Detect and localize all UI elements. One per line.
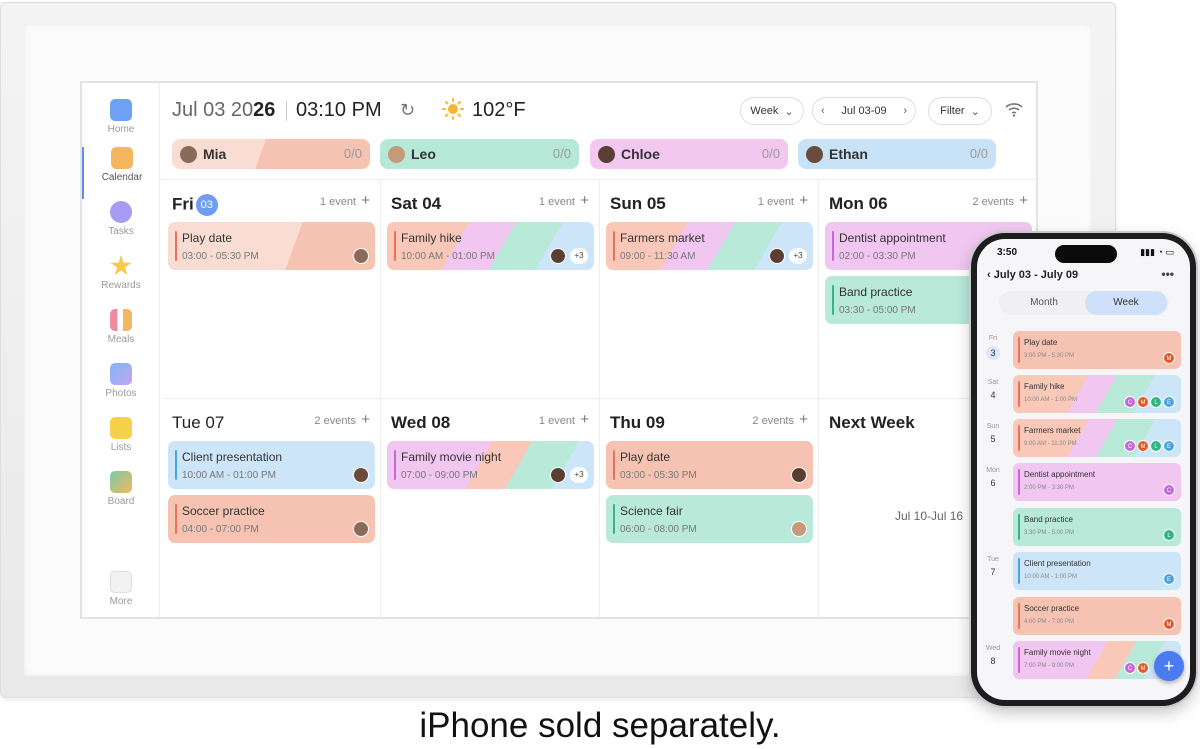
avatar <box>550 467 566 483</box>
phone-date-range[interactable]: ‹ July 03 - July 09 <box>987 269 1078 281</box>
phone-device: 3:50 ▮▮▮ ◔ ▭ ‹ July 03 - July 09 ••• Mon… <box>971 233 1196 706</box>
event-card[interactable]: Science fair 06:00 - 08:00 PM <box>606 495 813 543</box>
add-event-icon[interactable]: + <box>580 411 589 428</box>
calendar-screen: Home Calendar Tasks Rewards Meals Photos… <box>80 81 1038 619</box>
view-toggle: Month Week <box>999 291 1169 315</box>
view-select-button[interactable]: Week ⌄ <box>740 97 804 125</box>
avatar <box>598 145 615 163</box>
tab-month[interactable]: Month <box>1003 291 1085 315</box>
calendar-check-icon <box>110 99 132 121</box>
day-cell-tue[interactable]: Tue 07 2 events + Client presentation 10:… <box>162 399 381 617</box>
chevron-right-icon[interactable]: › <box>903 105 907 117</box>
list-item[interactable]: Family hike 10:00 AM - 1:00 PM C M L E <box>1013 375 1181 413</box>
event-card[interactable]: Soccer practice 04:00 - 07:00 PM <box>168 495 375 543</box>
avatar <box>388 145 405 163</box>
star-icon <box>110 255 132 276</box>
member-chip-leo[interactable]: Leo 0/0 <box>380 139 579 169</box>
sidebar-item-meals[interactable]: Meals <box>82 309 160 361</box>
event-card[interactable]: Family hike 10:00 AM - 01:00 PM +3 <box>387 222 594 270</box>
avatar <box>806 145 823 163</box>
sun-icon <box>442 98 464 120</box>
avatar <box>791 467 807 483</box>
day-cell-wed[interactable]: Wed 08 1 event + Family movie night 07:00… <box>381 399 600 617</box>
avatar <box>769 248 785 264</box>
avatar <box>180 145 197 163</box>
sidebar: Home Calendar Tasks Rewards Meals Photos… <box>82 83 160 617</box>
wifi-icon <box>1005 103 1023 117</box>
chevron-down-icon: ⌄ <box>784 105 794 118</box>
today-badge: 03 <box>195 194 218 216</box>
day-cell-sun[interactable]: Sun 05 1 event + Farmers market 09:00 - 1… <box>600 180 819 399</box>
add-event-icon[interactable]: + <box>1019 192 1028 209</box>
date-range-navigator: ‹ Jul 03-09 › <box>812 97 916 125</box>
sidebar-item-calendar[interactable]: Calendar <box>82 147 160 199</box>
caption: iPhone sold separately. <box>419 706 781 745</box>
list-item[interactable]: Client presentation 10:00 AM - 1:00 PM E <box>1013 552 1181 590</box>
calendar-icon <box>111 147 133 169</box>
list-item[interactable]: Play date 3:00 PM - 5:30 PM M <box>1013 331 1181 369</box>
refresh-icon[interactable]: ↻ <box>400 100 415 121</box>
week-grid: Fri 03 1 event + Play date 03:00 - 05:30 P… <box>162 179 1036 617</box>
temperature: 102°F <box>472 99 526 121</box>
day-cell-fri[interactable]: Fri 03 1 event + Play date 03:00 - 05:30 P… <box>162 180 381 399</box>
add-event-icon[interactable]: + <box>799 411 808 428</box>
sidebar-item-rewards[interactable]: Rewards <box>82 255 160 307</box>
current-time: 03:10 PM <box>296 99 382 121</box>
sidebar-item-lists[interactable]: Lists <box>82 417 160 469</box>
board-icon <box>110 471 132 493</box>
add-event-icon[interactable]: + <box>799 192 808 209</box>
filter-button[interactable]: Filter ⌄ <box>928 97 992 125</box>
header-divider <box>286 101 287 121</box>
chevron-down-icon: ⌄ <box>970 105 980 118</box>
photo-icon <box>110 363 132 385</box>
list-item[interactable]: Soccer practice 4:00 PM - 7:00 PM M <box>1013 597 1181 635</box>
event-card[interactable]: Client presentation 10:00 AM - 01:00 PM <box>168 441 375 489</box>
event-card[interactable]: Play date 03:00 - 05:30 PM <box>168 222 375 270</box>
sidebar-item-tasks[interactable]: Tasks <box>82 201 160 253</box>
sidebar-item-board[interactable]: Board <box>82 471 160 523</box>
chevron-left-icon[interactable]: ‹ <box>821 105 825 117</box>
list-item[interactable]: Farmers market 9:00 AM - 11:30 PM C M L E <box>1013 419 1181 457</box>
dynamic-island <box>1055 245 1117 263</box>
more-icon[interactable]: ••• <box>1161 267 1174 281</box>
tab-week[interactable]: Week <box>1085 291 1167 315</box>
day-cell-sat[interactable]: Sat 04 1 event + Family hike 10:00 AM - 0… <box>381 180 600 399</box>
avatar <box>353 248 369 264</box>
sidebar-item-more[interactable]: More <box>82 571 160 617</box>
current-date: Jul 03 2026 <box>172 99 276 121</box>
sidebar-item-photos[interactable]: Photos <box>82 363 160 415</box>
chevron-left-icon: ‹ <box>987 269 994 281</box>
list-item[interactable]: Dentist appointment 2:00 PM - 3:30 PM C <box>1013 463 1181 501</box>
member-chip-mia[interactable]: Mia 0/0 <box>172 139 370 169</box>
member-chip-chloe[interactable]: Chloe 0/0 <box>590 139 788 169</box>
avatar <box>550 248 566 264</box>
member-chip-ethan[interactable]: Ethan 0/0 <box>798 139 996 169</box>
grid-icon <box>110 571 132 593</box>
event-card[interactable]: Play date 03:00 - 05:30 PM <box>606 441 813 489</box>
event-card[interactable]: Farmers market 09:00 - 11:30 AM +3 <box>606 222 813 270</box>
add-event-icon[interactable]: + <box>361 192 370 209</box>
event-card[interactable]: Family movie night 07:00 - 09:00 PM +3 <box>387 441 594 489</box>
battery-icon: ▮▮▮ ◔ ▭ <box>1140 247 1174 257</box>
list-item[interactable]: Band practice 3:30 PM - 5:00 PM L <box>1013 508 1181 546</box>
header: Jul 03 2026 03:10 PM ↻ 102°F Week ⌄ ‹ Jul… <box>172 97 1032 127</box>
sidebar-item-home[interactable]: Home <box>82 99 160 151</box>
list-icon <box>110 417 132 439</box>
add-event-icon[interactable]: + <box>580 192 589 209</box>
phone-screen: 3:50 ▮▮▮ ◔ ▭ ‹ July 03 - July 09 ••• Mon… <box>977 239 1190 700</box>
avatar <box>353 467 369 483</box>
avatar <box>353 521 369 537</box>
add-event-icon[interactable]: + <box>361 411 370 428</box>
add-event-button[interactable]: + <box>1154 651 1184 681</box>
day-cell-thu[interactable]: Thu 09 2 events + Play date 03:00 - 05:30… <box>600 399 819 617</box>
utensils-icon <box>110 309 132 331</box>
checkmark-circle-icon <box>110 201 132 223</box>
avatar <box>791 521 807 537</box>
